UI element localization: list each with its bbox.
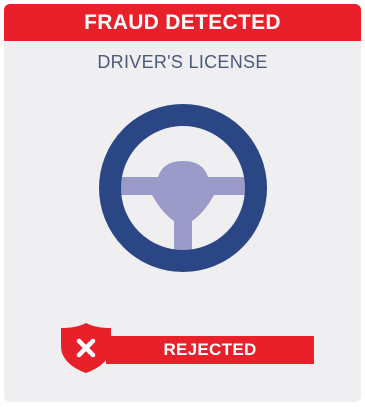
shield-x-icon (61, 323, 111, 373)
fraud-result-card: FRAUD DETECTED DRIVER'S LICENSE REJECTED (4, 4, 361, 402)
fraud-banner: FRAUD DETECTED (4, 4, 361, 41)
banner-title: FRAUD DETECTED (84, 10, 281, 34)
document-type-label: DRIVER'S LICENSE (97, 52, 268, 72)
status-label: REJECTED (163, 340, 257, 359)
status-indicator: REJECTED (58, 322, 318, 374)
status-badge: REJECTED (106, 336, 314, 364)
steering-wheel-icon (99, 104, 267, 272)
